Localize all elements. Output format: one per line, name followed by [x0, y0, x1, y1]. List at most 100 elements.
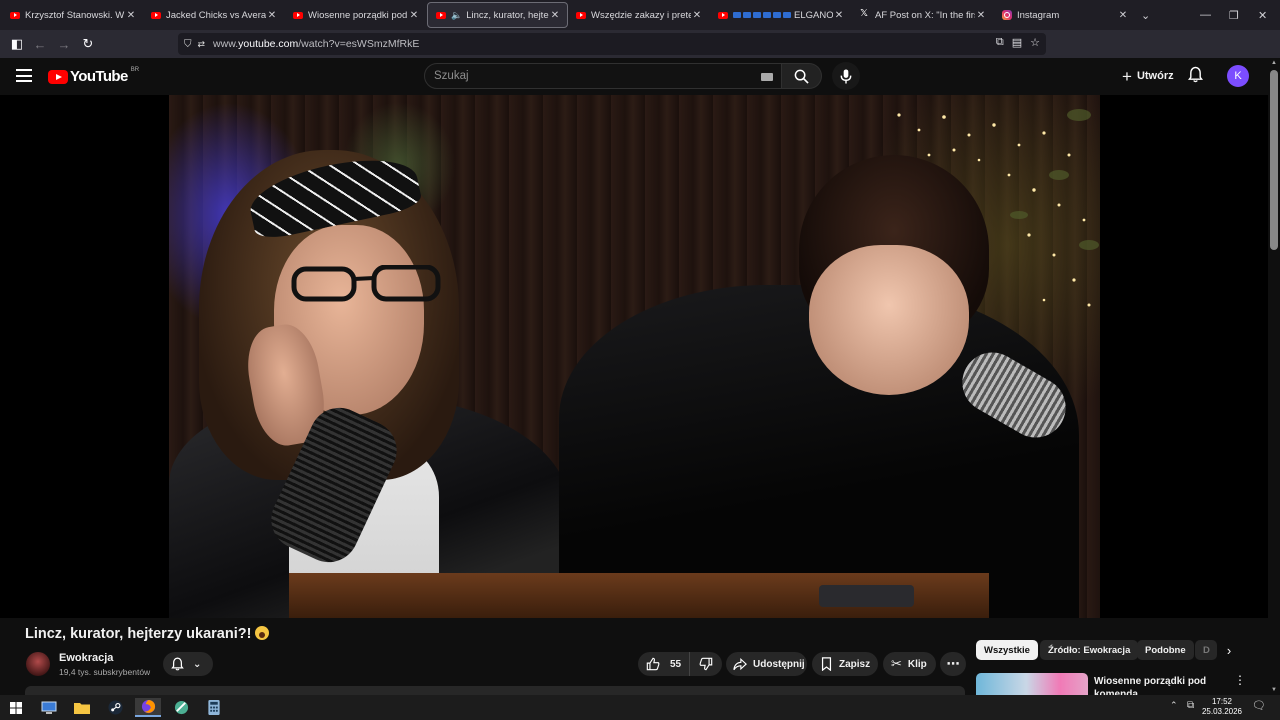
create-button[interactable]: + Utwórz — [1114, 64, 1182, 88]
close-icon[interactable]: ✕ — [408, 10, 420, 21]
close-icon[interactable]: ✕ — [266, 10, 278, 21]
tab-title: Wiosenne porządki pod kom — [308, 9, 408, 21]
chip-label: Podobne — [1145, 644, 1186, 656]
sidebar-toggle-icon[interactable]: ◧ — [5, 32, 29, 56]
account-avatar[interactable]: K — [1227, 65, 1249, 87]
close-icon[interactable]: ✕ — [833, 10, 845, 21]
youtube-masthead: YouTube BR Szukaj + Utwórz K — [0, 58, 1268, 95]
site-permissions-icon[interactable]: ⇄ — [198, 39, 206, 50]
close-icon[interactable]: ✕ — [691, 10, 703, 21]
close-icon[interactable]: ✕ — [549, 10, 561, 21]
browser-tab[interactable]: Wszędzie zakazy i pretensje! ✕ — [568, 2, 709, 28]
smartphone — [819, 585, 914, 607]
restore-icon[interactable]: ❐ — [1229, 0, 1239, 30]
browser-tab[interactable]: Wiosenne porządki pod kom ✕ — [285, 2, 426, 28]
search-icon — [794, 69, 809, 84]
like-count: 55 — [670, 658, 682, 670]
youtube-play-icon — [48, 69, 68, 84]
youtube-icon — [436, 11, 446, 19]
recommended-video-thumbnail[interactable] — [976, 673, 1088, 695]
reload-icon[interactable]: ↻ — [76, 32, 100, 56]
search-placeholder: Szukaj — [434, 70, 469, 82]
hamburger-menu-icon[interactable] — [16, 69, 32, 82]
chip-truncated[interactable]: D — [1195, 640, 1217, 660]
windows-start-icon[interactable] — [3, 698, 29, 717]
bookmark-star-icon[interactable]: ☆ — [1030, 36, 1040, 49]
network-icon[interactable]: ⧉ — [1187, 700, 1194, 711]
chip-all[interactable]: Wszystkie — [976, 640, 1038, 660]
country-code: BR — [130, 66, 140, 73]
tab-list-chevron-icon[interactable]: ⌄ — [1141, 0, 1150, 30]
search-button[interactable] — [782, 63, 822, 89]
clip-button[interactable]: ✂ Klip — [883, 652, 936, 676]
recommended-video-title[interactable]: Wiosenne porządki pod komenda — [1094, 675, 1224, 695]
youtube-icon — [151, 11, 161, 19]
scroll-down-arrow-icon[interactable]: ▼ — [1271, 687, 1277, 693]
share-label: Udostępnij — [753, 658, 805, 670]
save-label: Zapisz — [839, 658, 871, 670]
forward-arrow-icon[interactable]: → — [52, 32, 76, 56]
calculator-icon[interactable] — [201, 698, 227, 717]
clock-date: 25.03.2026 — [1201, 707, 1243, 716]
browser-tab[interactable]: Instagram ✕ — [994, 2, 1135, 28]
tab-title: ELGANOWO — [794, 9, 833, 21]
video-frame[interactable] — [169, 95, 1100, 618]
subscription-notifications-button[interactable]: ⌄ — [163, 652, 213, 676]
url-prefix: www. — [213, 38, 239, 50]
firefox-icon[interactable] — [135, 698, 161, 717]
picture-in-picture-icon[interactable]: ⧉ — [996, 36, 1004, 49]
minimize-icon[interactable]: — — [1200, 0, 1211, 30]
keyboard-icon[interactable] — [761, 73, 773, 81]
dislike-button[interactable] — [690, 652, 722, 676]
address-bar[interactable]: ⛉ ⇄ www.youtube.com/watch?v=esWSmzMfRkE … — [178, 33, 1046, 55]
more-vertical-icon[interactable]: ⋮ — [1234, 673, 1246, 687]
plus-icon: + — [1122, 66, 1132, 86]
youtube-logo[interactable]: YouTube BR — [48, 66, 140, 85]
video-player[interactable] — [0, 95, 1268, 618]
notification-center-icon[interactable]: 🗨 — [1252, 699, 1266, 712]
browser-tab[interactable]: AF Post on X: "In the first nine ✕ — [852, 2, 993, 28]
create-label: Utwórz — [1136, 70, 1174, 82]
page-scrollbar[interactable]: ▲ ▼ — [1268, 58, 1280, 695]
close-icon[interactable]: ✕ — [125, 10, 137, 21]
tab-title: Wszędzie zakazy i pretensje! — [591, 9, 691, 21]
back-arrow-icon[interactable]: ← — [28, 32, 52, 56]
steam-icon[interactable] — [102, 698, 128, 717]
vpn-app-icon[interactable] — [168, 698, 194, 717]
search-input[interactable]: Szukaj — [424, 63, 782, 89]
voice-search-button[interactable] — [832, 62, 860, 90]
system-clock[interactable]: 17:52 25.03.2026 — [1200, 697, 1244, 717]
more-horizontal-icon: ⋯ — [946, 656, 960, 671]
close-icon[interactable]: ✕ — [975, 10, 987, 21]
scroll-up-arrow-icon[interactable]: ▲ — [1271, 60, 1277, 66]
scrollbar-thumb[interactable] — [1270, 70, 1278, 250]
channel-avatar[interactable] — [26, 652, 50, 676]
computer-icon[interactable] — [36, 698, 62, 717]
flag-emoji-icon — [733, 12, 791, 18]
like-button[interactable]: 55 — [638, 652, 690, 676]
share-button[interactable]: Udostępnij — [726, 652, 807, 676]
show-hidden-icons-chevron-icon[interactable]: ⌃ — [1170, 700, 1178, 711]
chip-label: D — [1203, 644, 1210, 656]
browser-tab[interactable]: Jacked Chicks vs Average Joe ✕ — [143, 2, 284, 28]
video-title: Lincz, kurator, hejterzy ukarani?! — [25, 626, 270, 642]
video-title-text: Lincz, kurator, hejterzy ukarani?! — [25, 626, 252, 642]
chip-source-channel[interactable]: Źródło: Ewokracja — [1040, 640, 1139, 660]
more-actions-button[interactable]: ⋯ — [940, 652, 966, 676]
notifications-bell-icon[interactable] — [1188, 66, 1203, 88]
description-box[interactable] — [25, 686, 965, 695]
close-icon[interactable]: ✕ — [1117, 10, 1129, 21]
file-explorer-icon[interactable] — [69, 698, 95, 717]
chevron-right-icon[interactable]: › — [1220, 640, 1238, 660]
chip-label: Wszystkie — [984, 644, 1030, 656]
save-button[interactable]: Zapisz — [812, 652, 878, 676]
reader-view-icon[interactable]: ▤ — [1012, 36, 1022, 49]
chip-related[interactable]: Podobne — [1137, 640, 1194, 660]
browser-tab-active[interactable]: 🔈 Lincz, kurator, hejterzy uk ✕ — [427, 2, 568, 28]
browser-tab[interactable]: Krzysztof Stanowski. W jakiej ✕ — [2, 2, 143, 28]
shield-icon[interactable]: ⛉ — [184, 39, 192, 50]
window-close-icon[interactable]: ✕ — [1258, 0, 1267, 30]
channel-name[interactable]: Ewokracja — [59, 652, 113, 664]
browser-tab[interactable]: ELGANOWO ✕ — [710, 2, 851, 28]
speaker-icon[interactable]: 🔈 — [451, 10, 462, 21]
